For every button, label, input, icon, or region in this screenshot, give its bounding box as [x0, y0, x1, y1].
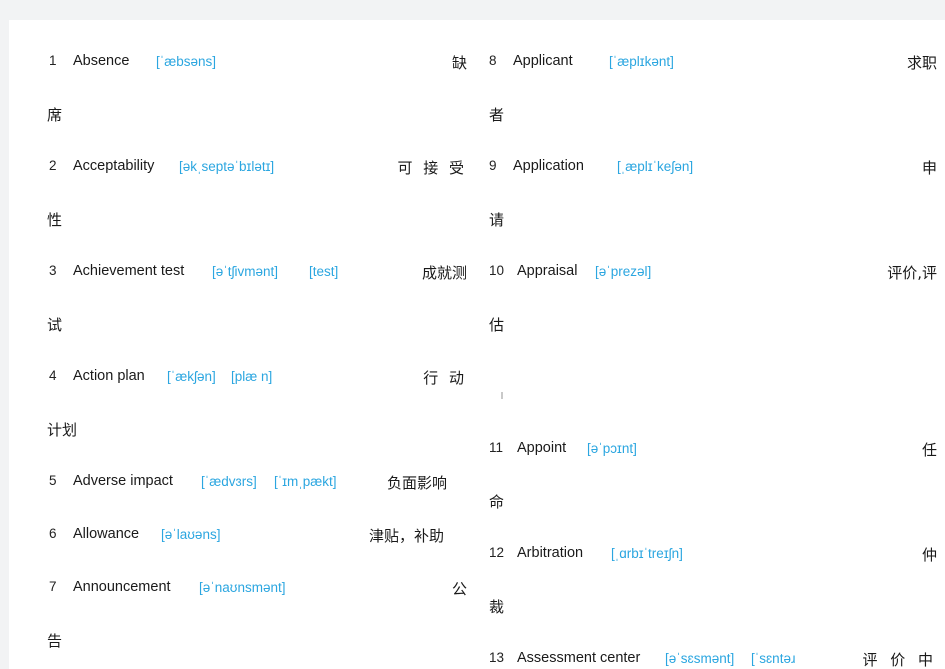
- entry-phonetic: [əˈprezəl]: [595, 264, 652, 279]
- entry-phonetic: [əˈpɔɪnt]: [587, 441, 637, 456]
- entry-phonetic: [əkˌseptəˈbɪlətɪ]: [179, 159, 275, 174]
- entry-translation: 津贴，补助: [369, 527, 445, 545]
- entry-translation-continuation: 命: [489, 493, 505, 511]
- entry-translation: 求职: [906, 54, 937, 72]
- entry-translation-continuation: 估: [489, 316, 505, 334]
- entry-translation: 评价,评: [887, 264, 937, 282]
- entry-phonetic: [ˈæplɪkənt]: [609, 54, 674, 69]
- entry-number: 4: [49, 368, 57, 383]
- entry-phonetic: [ˈæbsəns]: [156, 54, 217, 69]
- entry-term: Application: [513, 158, 584, 174]
- vocabulary-entry[interactable]: 3 Achievement test [əˈtʃivmənt] [test] 成…: [9, 263, 475, 285]
- entry-translation: 可 接 受: [397, 159, 467, 177]
- entry-phonetic-secondary: [ˈsɛntəɹ: [751, 651, 796, 666]
- entry-number: 2: [49, 158, 57, 173]
- entry-translation-continuation: 席: [47, 106, 63, 124]
- entry-number: 8: [489, 53, 497, 68]
- entry-number: 1: [49, 53, 57, 68]
- entry-term: Applicant: [513, 53, 573, 69]
- entry-phonetic: [əˈlaʊəns]: [161, 527, 221, 542]
- vocabulary-entry[interactable]: 2 Acceptability [əkˌseptəˈbɪlətɪ] 可 接 受: [9, 158, 475, 180]
- entry-phonetic-secondary: [plæ n]: [231, 369, 273, 384]
- entry-translation-continuation: 裁: [489, 598, 505, 616]
- entry-phonetic: [əˈnaʊnsmənt]: [199, 580, 286, 595]
- entry-phonetic: [ˈækʃən]: [167, 369, 216, 384]
- entry-translation-continuation: 告: [47, 632, 63, 650]
- entry-translation-continuation: 计划: [47, 421, 78, 439]
- entry-translation-continuation: 性: [47, 211, 63, 229]
- entry-term: Assessment center: [517, 650, 641, 666]
- entry-number: 12: [489, 545, 505, 560]
- entry-phonetic: [əˈtʃivmənt]: [212, 264, 279, 279]
- vocabulary-entry[interactable]: 13 Assessment center [əˈsɛsmənt] [ˈsɛntə…: [479, 650, 945, 669]
- entry-term: Action plan: [73, 368, 145, 384]
- entry-number: 13: [489, 650, 505, 665]
- vocabulary-entry[interactable]: 8 Applicant [ˈæplɪkənt] 求职: [479, 53, 945, 75]
- entry-translation: 评 价 中: [862, 651, 937, 669]
- entry-translation: 任: [921, 441, 937, 459]
- vocabulary-entry[interactable]: 9 Application [ˌæplɪˈkeʃən] 申: [479, 158, 945, 180]
- stray-mark: [501, 392, 503, 399]
- entry-phonetic-secondary: [ˈɪmˌpækt]: [274, 474, 337, 489]
- entry-term: Arbitration: [517, 545, 584, 561]
- entry-number: 3: [49, 263, 57, 278]
- entry-phonetic: [əˈsɛsmənt]: [665, 651, 735, 666]
- entry-translation: 申: [921, 159, 937, 177]
- entry-phonetic: [ˈædvɜrs]: [201, 474, 257, 489]
- entry-number: 7: [49, 579, 57, 594]
- entry-translation: 仲: [921, 546, 937, 564]
- entry-translation: 负面影响: [387, 474, 448, 492]
- entry-term: Achievement test: [73, 263, 185, 279]
- entry-number: 10: [489, 263, 505, 278]
- entry-phonetic-secondary: [test]: [309, 264, 339, 279]
- entry-translation: 成就测: [421, 264, 467, 282]
- vocabulary-column-left: 1 Absence [ˈæbsəns] 缺 席 2 Acceptability …: [9, 20, 475, 669]
- vocabulary-entry[interactable]: 7 Announcement [əˈnaʊnsmənt] 公: [9, 579, 475, 601]
- vocabulary-column-right: 8 Applicant [ˈæplɪkənt] 求职 者 9 Applicati…: [479, 20, 945, 669]
- entry-translation: 行 动: [423, 369, 467, 387]
- entry-translation-continuation: 试: [47, 316, 63, 334]
- entry-phonetic: [ˌɑrbɪˈtreɪʃn]: [611, 546, 683, 561]
- entry-term: Appraisal: [517, 263, 578, 279]
- vocabulary-entry[interactable]: 10 Appraisal [əˈprezəl] 评价,评: [479, 263, 945, 285]
- vocabulary-entry[interactable]: 4 Action plan [ˈækʃən] [plæ n] 行 动: [9, 368, 475, 390]
- vocabulary-entry[interactable]: 6 Allowance [əˈlaʊəns] 津贴，补助: [9, 526, 475, 548]
- entry-translation-continuation: 请: [489, 211, 505, 229]
- entry-translation: 公: [451, 580, 467, 598]
- entry-phonetic: [ˌæplɪˈkeʃən]: [617, 159, 694, 174]
- entry-term: Announcement: [73, 579, 171, 595]
- entry-term: Allowance: [73, 526, 140, 542]
- entry-translation-continuation: 者: [489, 106, 505, 124]
- entry-translation: 缺: [451, 54, 467, 72]
- entry-term: Appoint: [517, 440, 567, 456]
- entry-number: 6: [49, 526, 57, 541]
- vocabulary-entry[interactable]: 1 Absence [ˈæbsəns] 缺: [9, 53, 475, 75]
- entry-number: 11: [489, 440, 504, 455]
- vocabulary-entry[interactable]: 12 Arbitration [ˌɑrbɪˈtreɪʃn] 仲: [479, 545, 945, 567]
- entry-term: Adverse impact: [73, 473, 173, 489]
- entry-term: Absence: [73, 53, 130, 69]
- entry-number: 5: [49, 473, 57, 488]
- document-page: 1 Absence [ˈæbsəns] 缺 席 2 Acceptability …: [9, 20, 945, 669]
- entry-term: Acceptability: [73, 158, 155, 174]
- vocabulary-entry[interactable]: 5 Adverse impact [ˈædvɜrs] [ˈɪmˌpækt] 负面…: [9, 473, 475, 495]
- entry-number: 9: [489, 158, 497, 173]
- vocabulary-entry[interactable]: 11 Appoint [əˈpɔɪnt] 任: [479, 440, 945, 462]
